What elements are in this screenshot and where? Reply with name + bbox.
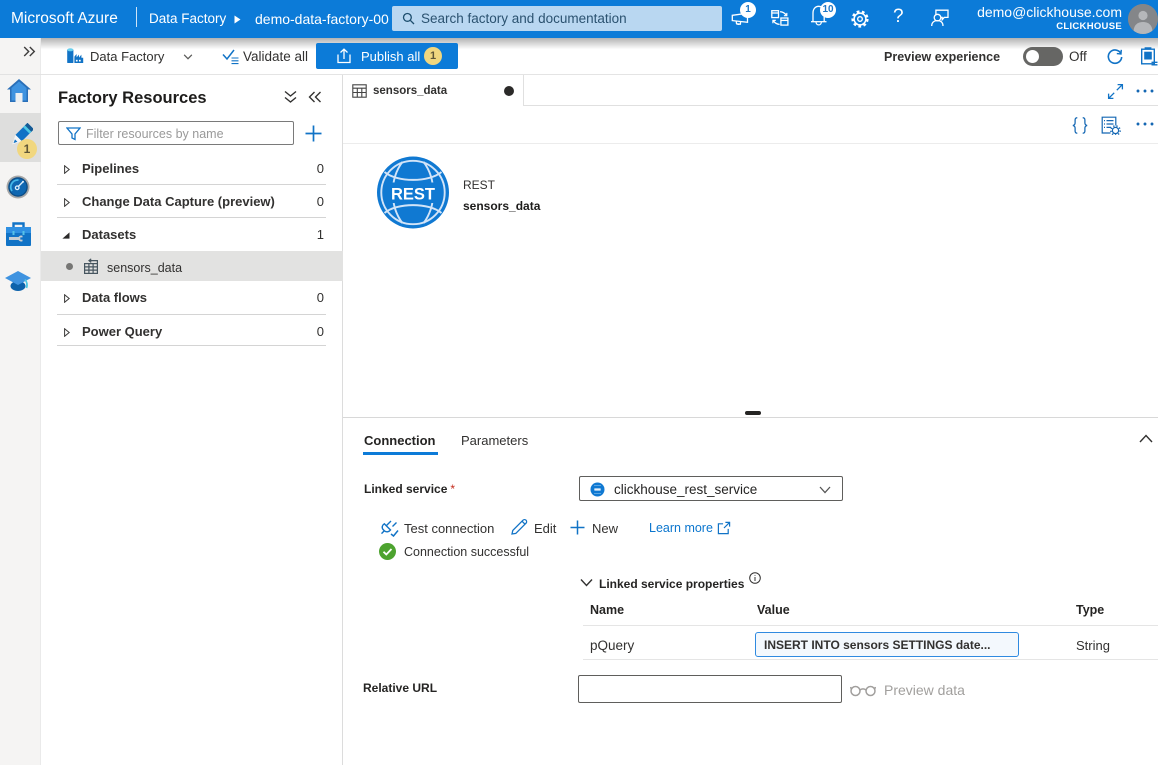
- svg-text:REST: REST: [391, 186, 435, 204]
